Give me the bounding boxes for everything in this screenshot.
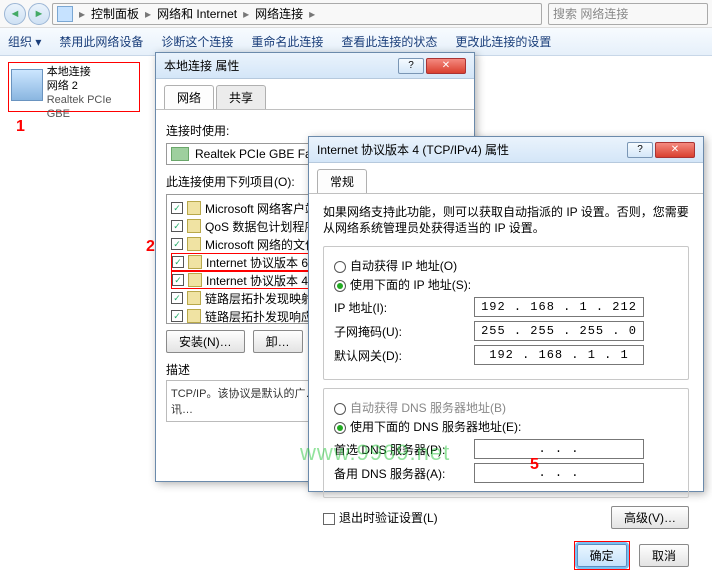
- tab-strip: 网络 共享: [156, 79, 474, 110]
- forward-button[interactable]: ►: [28, 3, 50, 25]
- titlebar[interactable]: 本地连接 属性 ? ✕: [156, 53, 474, 79]
- manual-dns-label: 使用下面的 DNS 服务器地址(E):: [350, 420, 521, 434]
- component-icon: [187, 237, 201, 251]
- checkbox-icon[interactable]: ✓: [172, 274, 184, 286]
- window-title: 本地连接 属性: [164, 57, 239, 74]
- adapter-item[interactable]: 本地连接 网络 2 Realtek PCIe GBE: [8, 62, 140, 112]
- adapter-icon: [11, 69, 43, 101]
- rename-connection[interactable]: 重命名此连接: [251, 33, 323, 50]
- component-icon: [187, 291, 201, 305]
- control-panel-icon: [57, 6, 73, 22]
- checkbox-icon[interactable]: ✓: [171, 220, 183, 232]
- back-button[interactable]: ◄: [4, 3, 26, 25]
- tab-general[interactable]: 常规: [317, 169, 367, 193]
- component-icon: [187, 219, 201, 233]
- callout-2: 2: [146, 238, 155, 256]
- change-settings[interactable]: 更改此连接的设置: [455, 33, 551, 50]
- note-text: 如果网络支持此功能，则可以获取自动指派的 IP 设置。否则，您需要从网络系统管理…: [323, 204, 689, 236]
- install-button[interactable]: 安装(N)…: [166, 330, 245, 353]
- radio-manual-dns[interactable]: [334, 422, 346, 434]
- component-icon: [187, 201, 201, 215]
- checkbox-icon[interactable]: ✓: [171, 238, 183, 250]
- tab-network[interactable]: 网络: [164, 85, 214, 109]
- ok-button[interactable]: 确定: [577, 544, 627, 567]
- checkbox-icon[interactable]: ✓: [171, 202, 183, 214]
- breadcrumb-seg[interactable]: 控制面板: [91, 5, 139, 22]
- help-button[interactable]: ?: [627, 142, 653, 158]
- watermark: www.9969.net: [300, 440, 450, 466]
- adapter-network: 网络 2: [47, 79, 137, 93]
- ip-address-label: IP 地址(I):: [334, 299, 474, 316]
- auto-ip-label: 自动获得 IP 地址(O): [350, 259, 457, 273]
- tab-share[interactable]: 共享: [216, 85, 266, 109]
- ip-address-field[interactable]: 192 . 168 . 1 . 212: [474, 297, 644, 317]
- properties-dialog-ipv4: Internet 协议版本 4 (TCP/IPv4) 属性 ? ✕ 常规 如果网…: [308, 136, 704, 492]
- disable-device[interactable]: 禁用此网络设备: [59, 33, 143, 50]
- component-icon: [187, 309, 201, 323]
- radio-auto-ip[interactable]: [334, 261, 346, 273]
- auto-dns-label: 自动获得 DNS 服务器地址(B): [350, 401, 506, 415]
- organize-menu[interactable]: 组织 ▾: [8, 33, 41, 50]
- component-icon: [188, 273, 202, 287]
- dns2-field[interactable]: . . .: [474, 463, 644, 483]
- component-icon: [188, 255, 202, 269]
- subnet-mask-field[interactable]: 255 . 255 . 255 . 0: [474, 321, 644, 341]
- close-button[interactable]: ✕: [426, 58, 466, 74]
- checkbox-icon[interactable]: ✓: [171, 310, 183, 322]
- address-bar: ◄ ► ▸ 控制面板 ▸ 网络和 Internet ▸ 网络连接 ▸ 搜索 网络…: [0, 0, 712, 28]
- checkbox-icon[interactable]: ✓: [171, 292, 183, 304]
- dialog-footer: 确定 取消: [309, 535, 703, 576]
- radio-auto-dns: [334, 403, 346, 415]
- nic-icon: [171, 147, 189, 161]
- help-button[interactable]: ?: [398, 58, 424, 74]
- gateway-field[interactable]: 192 . 168 . 1 . 1: [474, 345, 644, 365]
- view-status[interactable]: 查看此连接的状态: [341, 33, 437, 50]
- gateway-label: 默认网关(D):: [334, 347, 474, 364]
- cancel-button[interactable]: 取消: [639, 544, 689, 567]
- callout-5: 5: [530, 456, 539, 474]
- ip-group: 自动获得 IP 地址(O) 使用下面的 IP 地址(S): IP 地址(I):1…: [323, 246, 689, 380]
- tab-strip: 常规: [309, 163, 703, 194]
- callout-1: 1: [16, 118, 25, 136]
- advanced-button[interactable]: 高级(V)…: [611, 506, 689, 529]
- validate-label: 退出时验证设置(L): [339, 511, 438, 525]
- dns1-field[interactable]: . . .: [474, 439, 644, 459]
- uninstall-button[interactable]: 卸…: [253, 330, 303, 353]
- subnet-mask-label: 子网掩码(U):: [334, 323, 474, 340]
- search-input[interactable]: 搜索 网络连接: [548, 3, 708, 25]
- manual-ip-label: 使用下面的 IP 地址(S):: [350, 278, 471, 292]
- breadcrumb-seg[interactable]: 网络和 Internet: [157, 5, 237, 22]
- titlebar[interactable]: Internet 协议版本 4 (TCP/IPv4) 属性 ? ✕: [309, 137, 703, 163]
- checkbox-icon[interactable]: ✓: [172, 256, 184, 268]
- breadcrumb-seg[interactable]: 网络连接: [255, 5, 303, 22]
- diagnose-connection[interactable]: 诊断这个连接: [161, 33, 233, 50]
- adapter-desc: Realtek PCIe GBE: [47, 93, 137, 121]
- window-title: Internet 协议版本 4 (TCP/IPv4) 属性: [317, 141, 509, 158]
- breadcrumb[interactable]: ▸ 控制面板 ▸ 网络和 Internet ▸ 网络连接 ▸: [52, 3, 542, 25]
- validate-checkbox[interactable]: [323, 513, 335, 525]
- close-button[interactable]: ✕: [655, 142, 695, 158]
- search-placeholder: 搜索 网络连接: [553, 5, 628, 22]
- radio-manual-ip[interactable]: [334, 280, 346, 292]
- dns2-label: 备用 DNS 服务器(A):: [334, 465, 474, 482]
- adapter-name: 本地连接: [47, 65, 137, 79]
